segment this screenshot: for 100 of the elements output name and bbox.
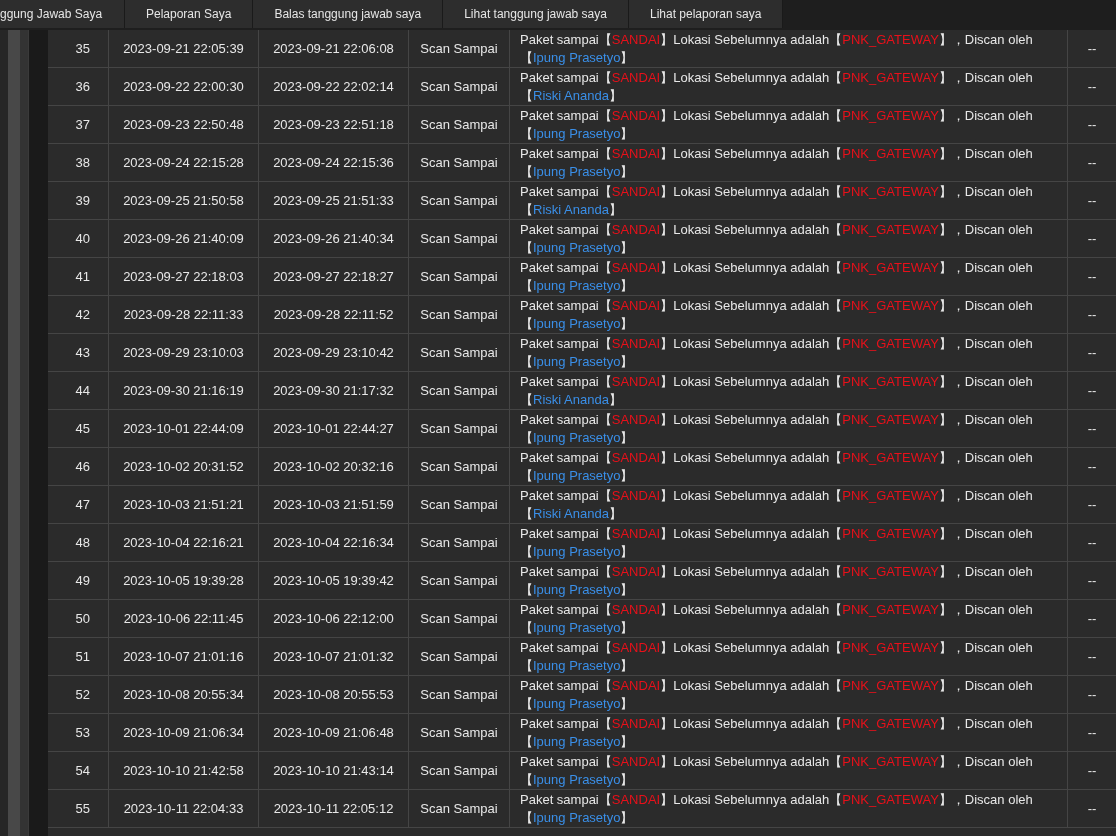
table-cell: Scan Sampai [409,410,510,447]
table-cell: 45 [48,410,109,447]
table-cell: Scan Sampai [409,68,510,105]
table-cell: 2023-10-01 22:44:09 [109,410,259,447]
table-cell-text: -- [1086,40,1098,58]
table-cell-text: -- [1086,686,1098,704]
table-cell-text: -- [1086,154,1098,172]
description-cell: Paket sampai【SANDAI】Lokasi Sebelumnya adalah【PNK_GATEWAY】，Discan oleh 【Ipung Prasetyo】 [510,296,1068,333]
table-cell: 52 [48,676,109,713]
table-cell: Scan Sampai [409,562,510,599]
description-cell: Paket sampai【SANDAI】Lokasi Sebelumnya adalah【PNK_GATEWAY】，Discan oleh 【Ipung Prasetyo】 [510,562,1068,599]
table-cell: 55 [48,790,109,827]
table-cell: 2023-10-05 19:39:42 [259,562,409,599]
table-cell: 2023-10-06 22:11:45 [109,600,259,637]
table-cell: Scan Sampai [409,372,510,409]
table-cell: 2023-09-23 22:51:18 [259,106,409,143]
table-cell: 2023-09-26 21:40:34 [259,220,409,257]
table-cell: 2023-10-01 22:44:27 [259,410,409,447]
table-cell: 44 [48,372,109,409]
description-cell: Paket sampai【SANDAI】Lokasi Sebelumnya adalah【PNK_GATEWAY】，Discan oleh 【Riski Ananda】 [510,372,1068,409]
table-cell: Scan Sampai [409,752,510,789]
tab[interactable]: Pelaporan Saya [125,0,254,28]
table-cell-text: -- [1086,572,1098,590]
description-cell: Paket sampai【SANDAI】Lokasi Sebelumnya adalah【PNK_GATEWAY】，Discan oleh 【Ipung Prasetyo】 [510,220,1068,257]
table-cell-text: -- [1086,458,1098,476]
table-cell: 2023-10-10 21:43:14 [259,752,409,789]
table-cell: 2023-09-28 22:11:33 [109,296,259,333]
table-cell: Scan Sampai [409,714,510,751]
description-cell: Paket sampai【SANDAI】Lokasi Sebelumnya adalah【PNK_GATEWAY】，Discan oleh 【Ipung Prasetyo】 [510,144,1068,181]
table-cell: Scan Sampai [409,524,510,561]
table-cell: 2023-09-21 22:05:39 [109,30,259,67]
table-cell: 2023-10-07 21:01:16 [109,638,259,675]
table-cell: 2023-10-09 21:06:34 [109,714,259,751]
table-cell: 2023-09-28 22:11:52 [259,296,409,333]
table-cell: Scan Sampai [409,790,510,827]
description-cell: Paket sampai【SANDAI】Lokasi Sebelumnya adalah【PNK_GATEWAY】，Discan oleh 【Ipung Prasetyo】 [510,106,1068,143]
table-cell: 2023-10-05 19:39:28 [109,562,259,599]
table-cell: 2023-09-22 22:02:14 [259,68,409,105]
table-cell: Scan Sampai [409,30,510,67]
table-cell: 2023-09-25 21:51:33 [259,182,409,219]
table-cell: 2023-10-07 21:01:32 [259,638,409,675]
table-cell: 2023-10-10 21:42:58 [109,752,259,789]
description-cell: Paket sampai【SANDAI】Lokasi Sebelumnya adalah【PNK_GATEWAY】，Discan oleh 【Ipung Prasetyo】 [510,600,1068,637]
table-cell-text: -- [1086,420,1098,438]
description-cell: Paket sampai【SANDAI】Lokasi Sebelumnya adalah【PNK_GATEWAY】，Discan oleh 【Ipung Prasetyo】 [510,752,1068,789]
table-cell-text: -- [1086,306,1098,324]
table-cell: 54 [48,752,109,789]
table-cell: 37 [48,106,109,143]
table-cell: 47 [48,486,109,523]
table-cell: 38 [48,144,109,181]
table-cell: Scan Sampai [409,676,510,713]
table-cell-text: -- [1086,534,1098,552]
table-cell: 2023-09-26 21:40:09 [109,220,259,257]
tab[interactable]: Balas tanggung jawab saya [253,0,444,28]
table-cell-text: -- [1086,192,1098,210]
table-cell-text: -- [1086,724,1098,742]
table-cell: 2023-09-23 22:50:48 [109,106,259,143]
table-cell-text: -- [1086,382,1098,400]
table-cell: Scan Sampai [409,600,510,637]
table-cell: Scan Sampai [409,448,510,485]
table-cell-text: -- [1086,116,1098,134]
table-cell: 2023-09-24 22:15:28 [109,144,259,181]
table-cell: 2023-09-22 22:00:30 [109,68,259,105]
table-cell: 36 [48,68,109,105]
table-cell-text: -- [1086,344,1098,362]
table-cell: 2023-10-09 21:06:48 [259,714,409,751]
table-cell: 2023-10-03 21:51:21 [109,486,259,523]
description-cell: Paket sampai【SANDAI】Lokasi Sebelumnya adalah【PNK_GATEWAY】，Discan oleh 【Riski Ananda】 [510,68,1068,105]
table-cell: 2023-09-30 21:17:32 [259,372,409,409]
table-cell: 2023-10-08 20:55:34 [109,676,259,713]
description-cell: Paket sampai【SANDAI】Lokasi Sebelumnya adalah【PNK_GATEWAY】，Discan oleh 【Ipung Prasetyo】 [510,258,1068,295]
table-cell: 53 [48,714,109,751]
table-cell: 2023-09-27 22:18:27 [259,258,409,295]
table-cell: 2023-10-02 20:32:16 [259,448,409,485]
table-cell: 2023-09-30 21:16:19 [109,372,259,409]
table-cell: 48 [48,524,109,561]
table-cell: 39 [48,182,109,219]
tab[interactable]: ggung Jawab Saya [0,0,125,28]
table-cell: Scan Sampai [409,144,510,181]
table-cell: 2023-10-08 20:55:53 [259,676,409,713]
table-cell: 35 [48,30,109,67]
table-cell: 2023-09-21 22:06:08 [259,30,409,67]
description-cell: Paket sampai【SANDAI】Lokasi Sebelumnya adalah【PNK_GATEWAY】，Discan oleh 【Ipung Prasetyo】 [510,334,1068,371]
table-cell-text: -- [1086,78,1098,96]
description-cell: Paket sampai【SANDAI】Lokasi Sebelumnya adalah【PNK_GATEWAY】，Discan oleh 【Ipung Prasetyo】 [510,410,1068,447]
table-cell: 2023-10-04 22:16:34 [259,524,409,561]
table-cell: Scan Sampai [409,258,510,295]
table-cell: 2023-10-04 22:16:21 [109,524,259,561]
tab[interactable]: Lihat tanggung jawab saya [443,0,629,28]
description-cell: Paket sampai【SANDAI】Lokasi Sebelumnya adalah【PNK_GATEWAY】，Discan oleh 【Ipung Prasetyo】 [510,676,1068,713]
tab[interactable]: Lihat pelaporan saya [628,0,784,28]
table-cell-text: -- [1086,762,1098,780]
table-cell: Scan Sampai [409,638,510,675]
table-cell: 2023-10-06 22:12:00 [259,600,409,637]
table-cell-text: -- [1086,496,1098,514]
table-cell: 43 [48,334,109,371]
table-cell: Scan Sampai [409,296,510,333]
description-cell: Paket sampai【SANDAI】Lokasi Sebelumnya adalah【PNK_GATEWAY】，Discan oleh 【Ipung Prasetyo】 [510,30,1068,67]
table-cell: Scan Sampai [409,106,510,143]
description-cell: Paket sampai【SANDAI】Lokasi Sebelumnya adalah【PNK_GATEWAY】，Discan oleh 【Riski Ananda】 [510,486,1068,523]
